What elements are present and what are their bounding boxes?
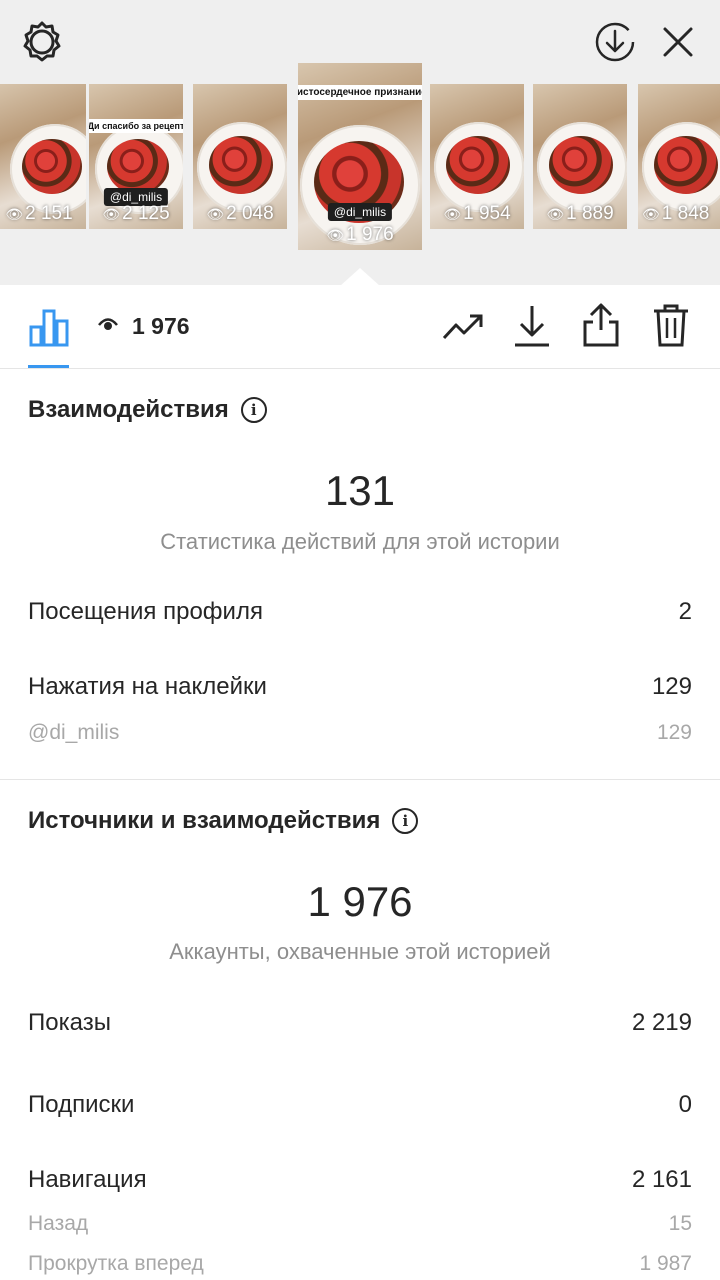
stat-sublabel: Прокрутка вперед [28,1252,204,1275]
sources-title: Источники и взаимодействия i [28,807,419,835]
interactions-title-text: Взаимодействия [28,396,229,423]
stat-label: Подписки [28,1091,135,1118]
story-caption: Мое чистосердечное признание тебе [298,85,422,100]
story-thumbnail[interactable]: 👁 2 151 [0,84,86,229]
stat-subvalue: 15 [668,1212,692,1235]
views-summary: 1 976 [98,313,190,340]
promote-trend-icon[interactable] [441,307,485,347]
stat-row-profile-visits: Посещения профиля 2 [28,598,692,626]
stat-value: 0 [678,1091,692,1118]
stat-value: 2 [678,598,692,625]
story-caption: Ди спасибо за рецепт [89,119,183,133]
interactions-subtitle: Статистика действий для этой истории [160,529,560,554]
stat-value: 2 161 [631,1166,692,1193]
stat-sublabel: Назад [28,1212,89,1235]
story-thumbnails: 👁 2 151 Ди спасибо за рецепт @di_milis 👁 2… [0,63,720,254]
story-view-count: 1 954 [463,203,511,224]
stat-label: Посещения профиля [28,598,263,625]
story-thumbnail[interactable]: 👁 1 848 [638,84,720,229]
sources-total: 1 976 [307,878,413,925]
info-icon[interactable]: i [240,397,267,423]
download-circle-icon[interactable] [593,20,637,64]
stat-subrow-forward: Прокрутка вперед 1 987 [28,1252,692,1276]
download-icon[interactable] [512,303,552,349]
stat-value: 2 219 [631,1009,692,1036]
stat-subrow-sticker: @di_milis 129 [28,721,692,745]
story-view-count: 2 125 [122,203,170,224]
stat-subvalue: 1 987 [639,1252,692,1275]
stat-subvalue: 129 [656,721,692,744]
views-count: 1 976 [132,313,190,339]
insights-toolbar: 1 976 [0,285,720,369]
story-view-count: 1 848 [661,203,710,224]
interactions-total: 131 [324,467,396,514]
story-view-count: 1 889 [566,203,614,224]
interactions-section: Взаимодействия i 131 Статистика действий… [0,369,720,779]
selected-pointer [340,268,380,286]
close-icon[interactable] [658,22,698,62]
story-view-count: 2 151 [25,203,73,224]
settings-icon[interactable] [18,18,66,66]
stat-row-sticker-taps: Нажатия на наклейки 129 [28,673,692,701]
stat-sublabel: @di_milis [28,721,120,744]
stat-label: Нажатия на наклейки [28,673,267,700]
stat-label: Навигация [28,1166,147,1193]
active-tab-indicator [28,365,69,368]
stat-subrow-back: Назад 15 [28,1212,692,1236]
story-view-count: 2 048 [226,203,274,224]
story-view-count: 1 976 [346,224,394,245]
story-reel: 👁 2 151 Ди спасибо за рецепт @di_milis 👁 2… [0,0,720,286]
sources-title-text: Источники и взаимодействия [28,807,381,834]
sources-subtitle: Аккаунты, охваченные этой историей [169,939,551,964]
trash-icon[interactable] [650,301,692,349]
story-thumbnail-selected[interactable]: Мое чистосердечное признание тебе @di_mi… [298,63,422,250]
stat-row-impressions: Показы 2 219 [28,1009,692,1037]
sources-section: Источники и взаимодействия i 1 976 Аккау… [0,780,720,1280]
info-icon[interactable]: i [392,808,419,834]
story-thumbnail[interactable]: 👁 1 889 [533,84,627,229]
eye-icon [98,316,118,337]
story-thumbnail[interactable]: 👁 2 048 [193,84,287,229]
story-thumbnail[interactable]: Ди спасибо за рецепт @di_milis 👁 2 125 [89,84,183,229]
story-mention-sticker: @di_milis [327,203,393,221]
stat-label: Показы [28,1009,111,1036]
share-icon[interactable] [580,301,622,349]
interactions-title: Взаимодействия i [28,396,267,424]
stat-row-navigation: Навигация 2 161 [28,1166,692,1194]
stat-row-follows: Подписки 0 [28,1091,692,1119]
stat-value: 129 [651,673,692,700]
story-thumbnail[interactable]: 👁 1 954 [430,84,524,229]
bar-chart-icon[interactable] [28,305,70,349]
